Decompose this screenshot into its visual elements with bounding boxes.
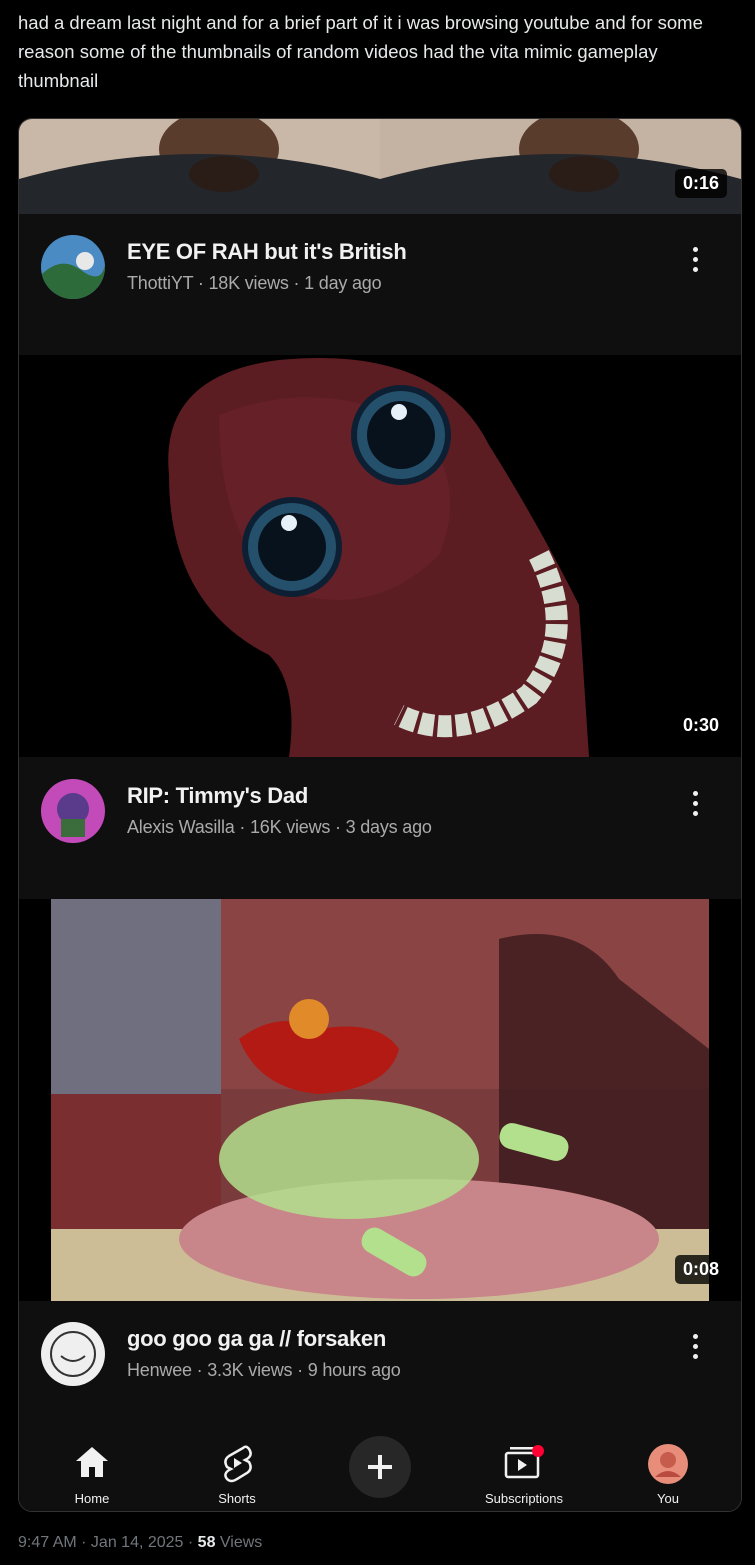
more-options-icon[interactable] [685,243,705,277]
video-thumbnail-3[interactable]: 0:08 [19,899,741,1301]
video-title-3[interactable]: goo goo ga ga // forsaken [127,1326,386,1352]
video-thumbnail-2[interactable]: 0:30 [19,355,741,757]
more-options-icon[interactable] [685,1330,705,1364]
more-options-icon[interactable] [685,787,705,821]
channel-avatar-1[interactable] [41,235,105,299]
video-subtitle-2: Alexis Wasilla · 16K views · 3 days ago [127,817,432,837]
shorts-icon [224,1445,252,1483]
upload-age: 9 hours ago [307,1360,401,1380]
video-duration-1: 0:16 [674,169,727,198]
nav-home[interactable]: Home [37,1443,147,1506]
channel-name[interactable]: ThottiYT [127,273,193,293]
channel-avatar-3[interactable] [41,1322,105,1386]
home-icon [76,1447,108,1477]
nav-you[interactable]: You [613,1443,723,1506]
video-meta-1[interactable]: EYE OF RAH but it's British ThottiYT · 1… [19,235,741,305]
thumbnail-image-1 [19,119,741,214]
view-count: 3.3K views [207,1360,293,1380]
thumbnail-image-3 [51,899,709,1301]
channel-name[interactable]: Alexis Wasilla [127,817,235,837]
upload-age: 1 day ago [304,273,382,293]
create-plus-icon [349,1436,411,1498]
post-timestamp[interactable]: 9:47 AM · Jan 14, 2025 · [18,1534,198,1551]
video-subtitle-1: ThottiYT · 18K views · 1 day ago [127,273,382,293]
video-duration-2: 0:30 [674,711,727,740]
nav-create[interactable] [325,1435,435,1504]
nav-subscriptions[interactable]: Subscriptions [469,1443,579,1506]
thumbnail-image-2 [168,358,589,757]
video-meta-2[interactable]: RIP: Timmy's Dad Alexis Wasilla · 16K vi… [19,779,741,849]
upload-age: 3 days ago [345,817,432,837]
youtube-screenshot: 0:16 EYE OF RAH but it's British ThottiY… [18,118,742,1512]
video-subtitle-3: Henwee · 3.3K views · 9 hours ago [127,1360,401,1380]
view-count-number: 58 [197,1534,216,1551]
post-footer: 9:47 AM · Jan 14, 2025 · 58 Views [18,1534,262,1552]
video-title-1[interactable]: EYE OF RAH but it's British [127,239,407,265]
post-text: had a dream last night and for a brief p… [18,12,703,91]
profile-avatar [648,1444,688,1484]
view-count-label: Views [215,1534,263,1551]
video-title-2[interactable]: RIP: Timmy's Dad [127,783,308,809]
video-duration-3: 0:08 [674,1255,727,1284]
view-count: 16K views [249,817,331,837]
video-thumbnail-1[interactable]: 0:16 [19,119,741,214]
channel-name[interactable]: Henwee [127,1360,192,1380]
channel-avatar-2[interactable] [41,779,105,843]
view-count: 18K views [208,273,289,293]
bottom-nav: Home Shorts Subscriptions You [19,1431,741,1511]
video-meta-3[interactable]: goo goo ga ga // forsaken Henwee · 3.3K … [19,1322,741,1392]
nav-shorts[interactable]: Shorts [182,1443,292,1506]
subscriptions-icon [504,1445,544,1479]
